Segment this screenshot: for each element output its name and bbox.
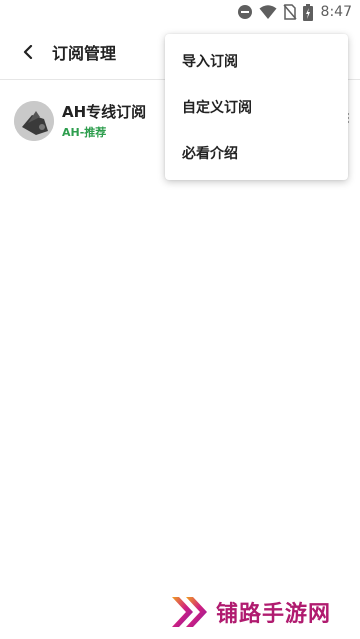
subscription-title: AH专线订阅 [62, 103, 147, 121]
watermark: 铺路手游网 [170, 592, 331, 632]
menu-item-custom[interactable]: 自定义订阅 [165, 84, 348, 130]
page-title: 订阅管理 [52, 43, 117, 63]
subscription-subtitle: AH-推荐 [62, 126, 107, 139]
avatar [14, 101, 54, 141]
back-arrow-icon [23, 44, 33, 59]
status-bar: 8:47 [0, 0, 360, 24]
menu-item-intro[interactable]: 必看介绍 [165, 130, 348, 176]
menu-item-import[interactable]: 导入订阅 [165, 38, 348, 84]
watermark-logo-icon [172, 597, 207, 627]
back-button[interactable] [4, 28, 52, 76]
watermark-text: 铺路手游网 [216, 602, 332, 627]
battery-charging-icon [302, 3, 313, 21]
do-not-disturb-icon [237, 5, 252, 19]
no-sim-icon [282, 4, 297, 20]
wifi-icon [259, 5, 277, 19]
overflow-menu: 导入订阅 自定义订阅 必看介绍 [165, 34, 348, 180]
status-time: 8:47 [320, 4, 352, 20]
